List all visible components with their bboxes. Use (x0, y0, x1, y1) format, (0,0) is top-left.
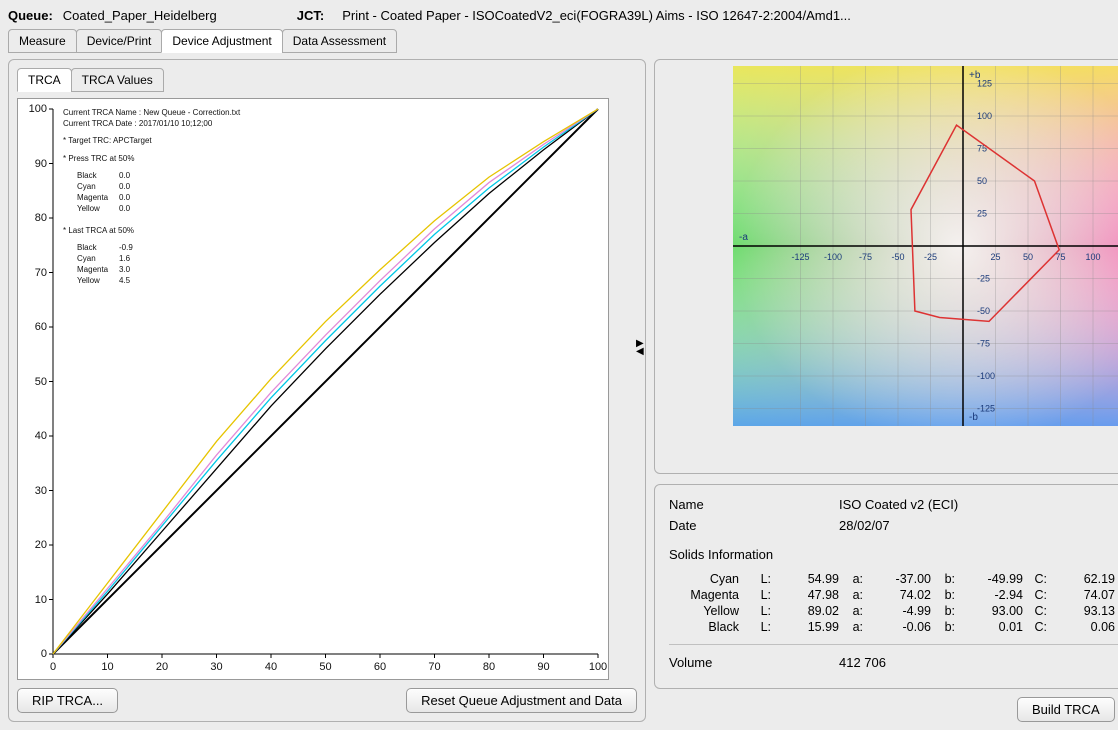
svg-text:-75: -75 (859, 252, 872, 262)
main-tabs: Measure Device/Print Device Adjustment D… (8, 29, 1110, 53)
queue-name: Coated_Paper_Heidelberg (63, 8, 217, 23)
left-panel: TRCA TRCA Values 0102030405060708090100 … (8, 59, 646, 722)
svg-text:-125: -125 (977, 404, 995, 414)
svg-text:50: 50 (977, 176, 987, 186)
trca-chart: 0102030405060708090100 01020304050607080… (17, 98, 609, 680)
svg-text:-75: -75 (977, 339, 990, 349)
info-section: NameISO Coated v2 (ECI) Date28/02/07 Sol… (654, 484, 1118, 689)
svg-text:-a: -a (739, 232, 748, 243)
jct-name: Print - Coated Paper - ISOCoatedV2_eci(F… (342, 8, 851, 23)
svg-text:25: 25 (977, 209, 987, 219)
svg-text:-25: -25 (924, 252, 937, 262)
gamut-panel: -125 -125 -100 -100 -75 -75 -50 -50 -25 -25 25 25 50… (654, 59, 1118, 474)
solids-row: CyanL:54.99a:-37.00b:-49.99C:62.19H:233.… (669, 572, 1118, 586)
tab-device-adjustment[interactable]: Device Adjustment (161, 29, 282, 53)
svg-text:-125: -125 (791, 252, 809, 262)
solids-title: Solids Information (669, 547, 1118, 562)
svg-text:25: 25 (990, 252, 1000, 262)
svg-text:100: 100 (1085, 252, 1100, 262)
chart-info: Current TRCA Name : New Queue - Correcti… (63, 107, 240, 286)
gamut-diagram: -125 -125 -100 -100 -75 -75 -50 -50 -25 -25 25 25 50… (733, 66, 1118, 426)
tab-measure[interactable]: Measure (8, 29, 77, 53)
sub-tabs: TRCA TRCA Values (17, 68, 637, 92)
queue-label: Queue: (8, 8, 53, 23)
solids-row: BlackL:15.99a:-0.06b:0.01C:0.06H:0.00 (669, 620, 1118, 634)
info-date-value: 28/02/07 (839, 518, 890, 533)
svg-text:-100: -100 (824, 252, 842, 262)
info-name-label: Name (669, 497, 839, 512)
svg-text:75: 75 (1055, 252, 1065, 262)
svg-text:-50: -50 (977, 306, 990, 316)
volume-value: 412 706 (839, 655, 886, 670)
build-trca-button[interactable]: Build TRCA (1017, 697, 1115, 722)
volume-label: Volume (669, 655, 839, 670)
info-name-value: ISO Coated v2 (ECI) (839, 497, 958, 512)
svg-text:100: 100 (977, 111, 992, 121)
info-date-label: Date (669, 518, 839, 533)
solids-row: MagentaL:47.98a:74.02b:-2.94C:74.07H:357… (669, 588, 1118, 602)
solids-row: YellowL:89.02a:-4.99b:93.00C:93.13H:93.0… (669, 604, 1118, 618)
svg-text:-25: -25 (977, 274, 990, 284)
solids-table: CyanL:54.99a:-37.00b:-49.99C:62.19H:233.… (669, 572, 1118, 634)
svg-text:-100: -100 (977, 371, 995, 381)
tab-data-assessment[interactable]: Data Assessment (282, 29, 397, 53)
svg-text:-b: -b (969, 412, 978, 423)
tab-trca-values[interactable]: TRCA Values (71, 68, 164, 92)
svg-text:-50: -50 (891, 252, 904, 262)
tab-device-print[interactable]: Device/Print (76, 29, 163, 53)
splitter-handle[interactable]: ▶◀ (636, 340, 644, 356)
rip-trca-button[interactable]: RIP TRCA... (17, 688, 118, 713)
tab-trca[interactable]: TRCA (17, 68, 72, 92)
svg-text:+b: +b (969, 70, 981, 81)
jct-label: JCT: (297, 8, 324, 23)
svg-text:50: 50 (1023, 252, 1033, 262)
reset-queue-button[interactable]: Reset Queue Adjustment and Data (406, 688, 637, 713)
